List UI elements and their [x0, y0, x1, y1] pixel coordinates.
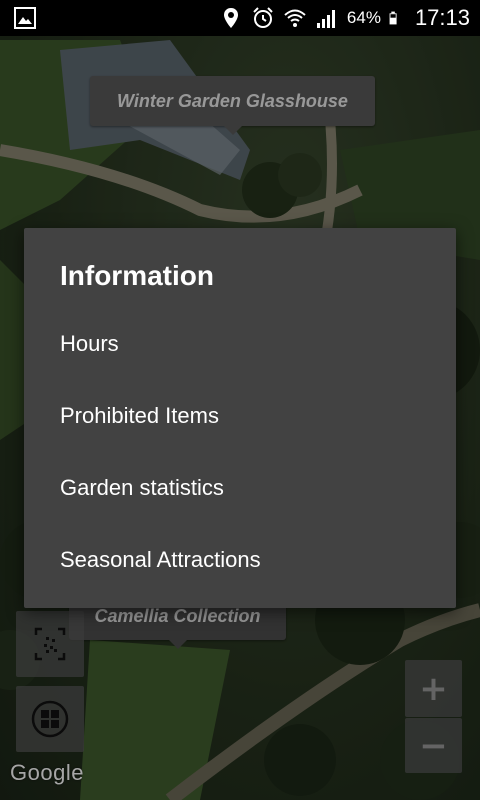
screen: Winter Garden Glasshouse Camellia Collec…	[0, 0, 480, 800]
battery-percent: 64%	[346, 8, 381, 27]
status-bar: 64% 17:13	[0, 0, 480, 36]
menu-item-hours[interactable]: Hours	[24, 308, 456, 380]
gallery-icon	[14, 7, 36, 29]
menu-item-garden-statistics[interactable]: Garden statistics	[24, 452, 456, 524]
location-icon	[223, 8, 238, 28]
signal-icon	[316, 10, 335, 28]
menu-item-prohibited-items[interactable]: Prohibited Items	[24, 380, 456, 452]
wifi-icon	[284, 9, 306, 27]
alarm-icon	[253, 7, 273, 28]
battery-icon	[389, 11, 397, 25]
information-dialog: Information Hours Prohibited Items Garde…	[24, 228, 456, 608]
dialog-title: Information	[60, 260, 214, 291]
menu-item-seasonal-attractions[interactable]: Seasonal Attractions	[24, 524, 456, 596]
clock: 17:13	[414, 5, 470, 30]
